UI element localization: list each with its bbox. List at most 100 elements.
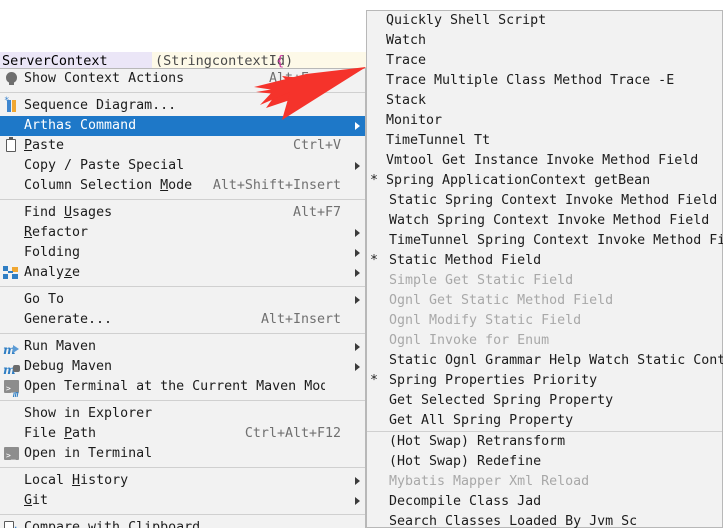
terminal-icon — [0, 444, 22, 466]
menu-item-label: Analyze — [24, 265, 81, 280]
submenu-item-static-ognl-grammar-help-watch-static-content[interactable]: Static Ognl Grammar Help Watch Static Co… — [367, 351, 723, 371]
menu-item-generate[interactable]: Generate... Alt+Insert — [0, 310, 365, 330]
no-icon — [0, 116, 22, 136]
submenu-item-vmtool-get-instance-invoke-method-field[interactable]: Vmtool Get Instance Invoke Method Field — [367, 151, 722, 171]
submenu-item-monitor[interactable]: Monitor — [367, 111, 722, 131]
submenu-item-ognl-get-static-method-field[interactable]: Ognl Get Static Method Field — [367, 291, 722, 311]
submenu-item-hot-swap-redefine[interactable]: (Hot Swap) Redefine — [367, 452, 722, 472]
submenu-item-spring-properties-priority[interactable]: * Spring Properties Priority — [367, 371, 722, 391]
submenu-item-decompile-class-jad[interactable]: Decompile Class Jad — [367, 492, 722, 512]
menu-item-sequence-diagram[interactable]: *Sequence Diagram... — [0, 96, 365, 116]
menu-item-find-usages[interactable]: Find Usages Alt+F7 — [0, 203, 365, 223]
menu-item-label: Go To — [24, 292, 65, 307]
submenu-item-label: Spring Properties Priority — [389, 373, 598, 388]
submenu-item-timetunnel-spring-context-invoke-method-field[interactable]: TimeTunnel Spring Context Invoke Method … — [367, 231, 723, 251]
submenu-item-static-method-field[interactable]: * Static Method Field — [367, 251, 722, 271]
debug-maven-icon: m — [0, 357, 22, 377]
menu-item-label: Paste — [24, 138, 65, 153]
submenu-chevron-icon — [351, 337, 365, 357]
submenu-item-label: Stack — [386, 93, 427, 108]
submenu-item-stack[interactable]: Stack — [367, 91, 722, 111]
submenu-item-label: Get Selected Spring Property — [389, 393, 614, 408]
menu-item-debug-maven[interactable]: m Debug Maven — [0, 357, 365, 377]
menu-item-shortcut: Alt+Shift+Insert — [212, 178, 341, 193]
submenu-item-label: Watch Spring Context Invoke Method Field — [389, 213, 710, 228]
submenu-item-label: Ognl Invoke for Enum — [389, 333, 550, 348]
menu-item-label: Git — [24, 493, 49, 508]
submenu-item-trace-multiple-class-method-trace-e[interactable]: Trace Multiple Class Method Trace -E — [367, 71, 722, 91]
menu-item-folding[interactable]: Folding — [0, 243, 365, 263]
submenu-item-mybatis-mapper-xml-reload[interactable]: Mybatis Mapper Xml Reload — [367, 472, 722, 492]
menu-item-label: Column Selection Mode — [24, 178, 193, 193]
sequence-diagram-icon: * — [0, 96, 22, 116]
no-icon — [0, 223, 22, 243]
submenu-item-label: Mybatis Mapper Xml Reload — [389, 474, 590, 489]
menu-separator — [0, 514, 365, 515]
menu-item-label: Show Context Actions — [24, 71, 185, 86]
submenu-item-static-spring-context-invoke-method-field[interactable]: Static Spring Context Invoke Method Fiel… — [367, 191, 722, 211]
bulb-icon — [0, 69, 22, 89]
submenu-item-watch-spring-context-invoke-method-field[interactable]: Watch Spring Context Invoke Method Field — [367, 211, 722, 231]
menu-separator — [0, 467, 365, 468]
menu-item-column-selection-mode[interactable]: Column Selection Mode Alt+Shift+Insert — [0, 176, 365, 196]
submenu-item-label: Simple Get Static Field — [389, 273, 574, 288]
submenu-item-hot-swap-retransform[interactable]: (Hot Swap) Retransform — [367, 432, 722, 452]
submenu-item-label: Watch — [386, 33, 427, 48]
submenu-item-trace[interactable]: Trace — [367, 51, 722, 71]
menu-item-shortcut: Alt+Insert — [260, 312, 341, 327]
submenu-item-ognl-modify-static-field[interactable]: Ognl Modify Static Field — [367, 311, 722, 331]
submenu-item-search-classes-loaded-by-jvm-sc[interactable]: Search Classes Loaded By Jvm Sc — [367, 512, 722, 528]
analyze-icon — [0, 263, 22, 283]
submenu-item-label: (Hot Swap) Retransform — [389, 434, 566, 449]
favorite-star-icon: * — [370, 173, 379, 188]
menu-item-go-to[interactable]: Go To — [0, 290, 365, 310]
menu-item-analyze[interactable]: Analyze — [0, 263, 365, 283]
menu-item-label: Open Terminal at the Current Maven Modul… — [24, 379, 325, 394]
editor-context-menu[interactable]: Show Context Actions Alt+Enter *Sequence D… — [0, 68, 366, 528]
submenu-chevron-icon — [351, 263, 365, 283]
menu-item-git[interactable]: Git — [0, 491, 365, 511]
submenu-item-label: Vmtool Get Instance Invoke Method Field — [386, 153, 699, 168]
menu-item-label: Debug Maven — [24, 359, 113, 374]
menu-item-open-terminal-at-the-current-maven-module-path[interactable]: Open Terminal at the Current Maven Modul… — [0, 377, 365, 405]
submenu-item-watch[interactable]: Watch — [367, 31, 722, 51]
submenu-item-get-all-spring-property[interactable]: Get All Spring Property — [367, 411, 722, 431]
menu-item-open-in-terminal[interactable]: Open in Terminal — [0, 444, 365, 466]
submenu-chevron-icon — [351, 116, 365, 136]
menu-item-label: Local History — [24, 473, 129, 488]
menu-separator — [0, 92, 365, 93]
menu-item-label: Run Maven — [24, 339, 97, 354]
menu-item-show-context-actions[interactable]: Show Context Actions Alt+Enter — [0, 69, 365, 89]
menu-item-label: Copy / Paste Special — [24, 158, 185, 173]
submenu-item-label: Trace — [386, 53, 427, 68]
submenu-item-label: Static Spring Context Invoke Method Fiel… — [389, 193, 718, 208]
menu-item-file-path[interactable]: File Path Ctrl+Alt+F12 — [0, 424, 365, 444]
submenu-item-label: Decompile Class Jad — [389, 494, 542, 509]
submenu-item-simple-get-static-field[interactable]: Simple Get Static Field — [367, 271, 722, 291]
submenu-item-label: Spring ApplicationContext getBean — [386, 173, 651, 188]
menu-item-label: Open in Terminal — [24, 446, 153, 461]
menu-item-label: Arthas Command — [24, 118, 137, 133]
menu-item-shortcut: Alt+F7 — [292, 205, 341, 220]
compare-clipboard-icon: + — [0, 518, 22, 528]
menu-item-copy-paste-special[interactable]: Copy / Paste Special — [0, 156, 365, 176]
menu-item-compare-with-clipboard[interactable]: +Compare with Clipboard — [0, 518, 365, 528]
menu-item-run-maven[interactable]: m Run Maven — [0, 337, 365, 357]
no-icon — [0, 176, 22, 196]
submenu-item-get-selected-spring-property[interactable]: Get Selected Spring Property — [367, 391, 722, 411]
menu-item-paste[interactable]: Paste Ctrl+V — [0, 136, 365, 156]
submenu-item-quickly-shell-script[interactable]: Quickly Shell Script — [367, 11, 722, 31]
menu-item-refactor[interactable]: Refactor — [0, 223, 365, 243]
no-icon — [0, 491, 22, 511]
arthas-command-submenu[interactable]: Quickly Shell Script Watch Trace Trace Mult… — [366, 10, 723, 528]
menu-item-local-history[interactable]: Local History — [0, 471, 365, 491]
submenu-item-timetunnel-tt[interactable]: TimeTunnel Tt — [367, 131, 722, 151]
submenu-item-label: Trace Multiple Class Method Trace -E — [386, 73, 675, 88]
no-icon — [0, 156, 22, 176]
menu-item-arthas-command[interactable]: Arthas Command — [0, 116, 365, 136]
submenu-item-spring-applicationcontext-getbean[interactable]: * Spring ApplicationContext getBean — [367, 171, 722, 191]
menu-item-show-in-explorer[interactable]: Show in Explorer — [0, 404, 365, 424]
screenshot-root: ServerContext (StringcontextId) { Show C… — [0, 0, 723, 528]
submenu-item-ognl-invoke-for-enum[interactable]: Ognl Invoke for Enum — [367, 331, 722, 351]
menu-item-shortcut: Alt+Enter — [268, 71, 341, 86]
